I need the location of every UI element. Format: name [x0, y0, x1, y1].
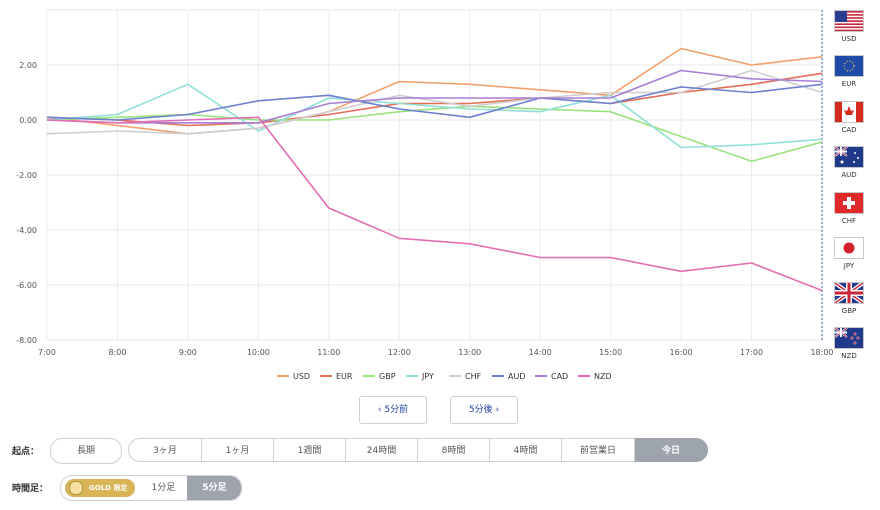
flag-code-usd: USD	[841, 35, 857, 43]
period-8-hours[interactable]: 8時間	[418, 438, 490, 462]
flag-item-chf[interactable]: CHF	[833, 192, 865, 225]
flag-code-cad: CAD	[841, 126, 857, 134]
y-tick-label: -8.00	[16, 336, 37, 345]
timeframe-5min[interactable]: 5分足	[187, 476, 242, 500]
y-tick-label: 2.00	[19, 61, 37, 70]
prev-5min-button[interactable]: ‹ 5分前	[359, 396, 427, 424]
x-tick-label: 17:00	[740, 348, 763, 357]
x-tick-label: 14:00	[529, 348, 552, 357]
chevron-right-icon: ›	[495, 405, 500, 415]
x-tick-label: 11:00	[317, 348, 340, 357]
legend-label-jpy: JPY	[421, 372, 434, 381]
gold-limited-badge: GOLD 限定	[65, 479, 136, 497]
timeframe-selector: GOLD 限定 1分足 5分足	[60, 475, 243, 501]
period-today[interactable]: 今日	[635, 438, 708, 462]
flag-code-eur: EUR	[841, 80, 857, 88]
x-tick-label: 13:00	[458, 348, 481, 357]
legend-label-gbp: GBP	[379, 372, 396, 381]
next-5min-button[interactable]: 5分後 ›	[450, 396, 518, 424]
period-1-week[interactable]: 1週間	[274, 438, 346, 462]
period-long-button[interactable]: 長期	[50, 438, 122, 464]
y-tick-label: -4.00	[16, 226, 37, 235]
start-point-label: 起点：	[12, 447, 40, 457]
x-tick-label: 7:00	[38, 348, 56, 357]
ca-flag-icon	[834, 101, 864, 123]
gold-coin-icon	[69, 481, 83, 495]
ch-flag-icon	[834, 192, 864, 214]
x-tick-label: 18:00	[810, 348, 833, 357]
period-1-month[interactable]: 1ヶ月	[202, 438, 274, 462]
y-tick-label: 0.00	[19, 116, 37, 125]
legend-label-nzd: NZD	[594, 372, 612, 381]
period-24-hours[interactable]: 24時間	[346, 438, 418, 462]
legend-label-cad: CAD	[551, 372, 568, 381]
legend-label-chf: CHF	[465, 372, 482, 381]
next-5min-label: 5分後	[468, 405, 493, 415]
chevron-left-icon: ‹	[377, 405, 382, 415]
flag-item-cad[interactable]: CAD	[833, 101, 865, 134]
prev-5min-label: 5分前	[384, 405, 409, 415]
period-selector: 3ヶ月 1ヶ月 1週間 24時間 8時間 4時間 前営業日 今日	[128, 438, 708, 462]
flag-item-aud[interactable]: AUD	[833, 146, 865, 179]
flag-code-jpy: JPY	[843, 262, 855, 270]
legend-label-usd: USD	[293, 372, 310, 381]
y-tick-label: -6.00	[16, 281, 37, 290]
flag-item-nzd[interactable]: NZD	[833, 327, 865, 360]
flag-code-aud: AUD	[841, 171, 857, 179]
x-tick-label: 16:00	[670, 348, 693, 357]
flag-item-jpy[interactable]: JPY	[833, 237, 865, 270]
y-tick-label: -2.00	[16, 171, 37, 180]
period-previous-day[interactable]: 前営業日	[562, 438, 635, 462]
jp-flag-icon	[834, 237, 864, 259]
x-tick-label: 10:00	[247, 348, 270, 357]
x-tick-label: 12:00	[388, 348, 411, 357]
flag-item-eur[interactable]: EUR	[833, 55, 865, 88]
legend-label-eur: EUR	[336, 372, 353, 381]
legend-label-aud: AUD	[508, 372, 526, 381]
flag-code-nzd: NZD	[841, 352, 857, 360]
timeframe-1min[interactable]: 1分足	[139, 476, 187, 500]
period-3-months[interactable]: 3ヶ月	[128, 438, 202, 462]
timeframe-label: 時間足：	[12, 484, 49, 494]
currency-strength-chart: 7:00 8:00 9:00 10:00 11:00 12:00 13:00 14:00 15:…	[16, 9, 834, 381]
au-flag-icon	[834, 146, 864, 168]
x-tick-label: 9:00	[179, 348, 197, 357]
flag-item-gbp[interactable]: GBP	[833, 282, 865, 315]
x-tick-label: 8:00	[108, 348, 126, 357]
flag-code-chf: CHF	[841, 217, 857, 225]
x-tick-label: 15:00	[599, 348, 622, 357]
us-flag-icon	[834, 10, 864, 32]
flag-item-usd[interactable]: USD	[833, 10, 865, 43]
eu-flag-icon	[834, 55, 864, 77]
flag-code-gbp: GBP	[841, 307, 857, 315]
gold-badge-label: GOLD 限定	[89, 484, 128, 492]
nz-flag-icon	[834, 327, 864, 349]
gb-flag-icon	[834, 282, 864, 304]
period-4-hours[interactable]: 4時間	[490, 438, 562, 462]
